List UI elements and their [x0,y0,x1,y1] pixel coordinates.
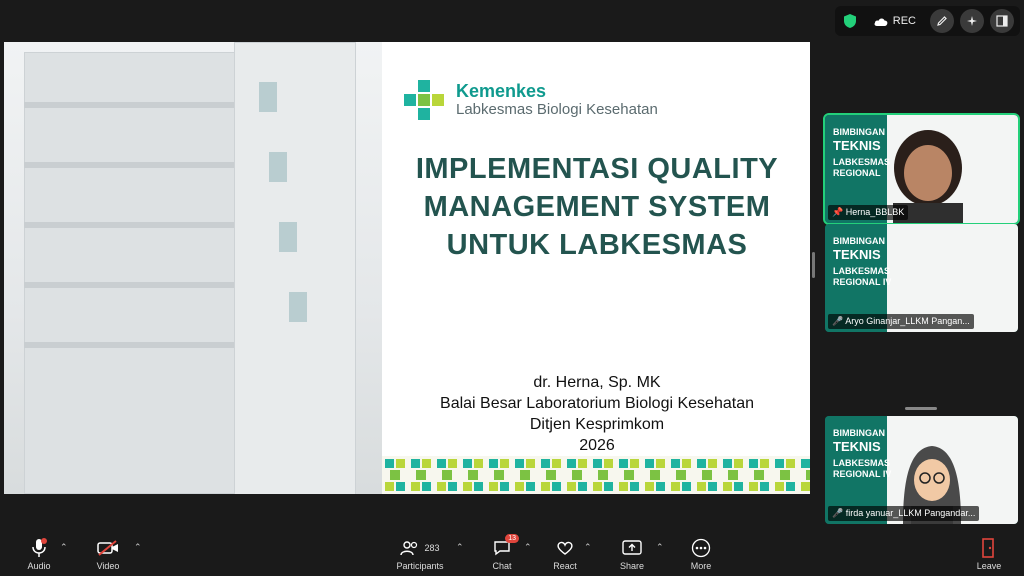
chat-button[interactable]: 13 Chat [472,534,532,571]
share-button[interactable]: Share [602,538,662,571]
recording-indicator[interactable]: REC [865,15,924,27]
video-tile[interactable]: BIMBINGAN TEKNIS LABKESMAS REGIONAL 📌 He… [823,113,1020,225]
participants-count: 283 [424,543,440,553]
tile-label-small: BIMBINGAN [833,127,885,137]
layout-icon [996,15,1008,27]
tile-label-sub: REGIONAL IV [833,277,892,287]
security-shield-icon[interactable] [841,12,859,30]
tile-label-sub: LABKESMAS [833,458,891,468]
shared-screen-slide: Kemenkes Labkesmas Biologi Kesehatan IMP… [4,42,810,494]
share-options-chevron-icon[interactable]: ⌃ [656,542,664,553]
tile-background-label: BIMBINGAN TEKNIS LABKESMAS REGIONAL IV [833,236,891,288]
slide-title: IMPLEMENTASI QUALITY MANAGEMENT SYSTEM U… [392,150,802,264]
participants-button[interactable]: 283 Participants [388,538,452,571]
tile-label-sub: REGIONAL [833,168,881,178]
pencil-icon [937,16,947,26]
building-photo [4,42,382,494]
tile-label-big: TEKNIS [833,439,881,454]
tile-label-sub: LABKESMAS [833,157,891,167]
audio-options-chevron-icon[interactable]: ⌃ [60,542,68,553]
video-tile[interactable]: BIMBINGAN TEKNIS LABKESMAS REGIONAL IV 🎤… [825,416,1018,524]
gallery-scroll-handle[interactable] [905,407,937,410]
microphone-muted-icon [32,538,47,557]
tile-label-sub: REGIONAL IV [833,469,892,479]
muted-mic-icon: 🎤 [832,508,844,518]
more-icon [691,538,711,558]
leave-door-icon [982,538,994,558]
title-line: MANAGEMENT SYSTEM [423,191,771,223]
ai-companion-button[interactable] [960,9,984,33]
heart-icon [557,541,573,555]
participant-name: Aryo Ginanjar_LLKM Pangan... [845,316,970,326]
chat-options-chevron-icon[interactable]: ⌃ [524,542,532,553]
tile-label-big: TEKNIS [833,138,881,153]
video-button[interactable]: Video [78,538,138,571]
react-options-chevron-icon[interactable]: ⌃ [584,542,592,553]
participants-options-chevron-icon[interactable]: ⌃ [456,542,464,553]
tile-label-small: BIMBINGAN [833,236,885,246]
tile-label-small: BIMBINGAN [833,428,885,438]
tile-background-label: BIMBINGAN TEKNIS LABKESMAS REGIONAL IV [833,428,891,480]
tile-label-sub: LABKESMAS [833,266,891,276]
video-tile[interactable]: BIMBINGAN TEKNIS LABKESMAS REGIONAL IV 🎤… [825,224,1018,332]
presenter-institution: Balai Besar Laboratorium Biologi Kesehat… [440,395,754,412]
chat-unread-badge: 13 [505,534,519,543]
rec-label: REC [892,15,916,27]
top-controls: REC [834,6,1020,36]
kemenkes-logo-icon [404,80,444,120]
participants-icon [400,541,418,556]
chat-label: Chat [492,561,512,571]
muted-mic-icon: 🎤 [832,316,844,326]
video-options-chevron-icon[interactable]: ⌃ [134,542,142,553]
participant-name: firda yanuar_LLKM Pangandar... [845,508,976,518]
audio-label: Audio [27,561,51,571]
share-screen-icon [622,540,642,555]
cloud-record-icon [874,17,888,26]
presenter-info: dr. Herna, Sp. MK Balai Besar Laboratori… [392,372,802,456]
participant-name-tag: 🎤 firda yanuar_LLKM Pangandar... [828,506,980,521]
split-resize-handle[interactable] [812,252,815,278]
participant-name-tag: 🎤 Aryo Ginanjar_LLKM Pangan... [828,314,974,329]
video-off-icon [97,540,118,556]
presenter-name: dr. Herna, Sp. MK [533,374,661,391]
leave-label: Leave [976,561,1002,571]
presenter-directorate: Ditjen Kesprimkom [529,416,665,433]
top-bar: REC [0,0,1024,40]
pin-icon: 📌 [832,207,844,217]
tile-background-label: BIMBINGAN TEKNIS LABKESMAS REGIONAL [833,127,890,179]
kemenkes-logo: Kemenkes Labkesmas Biologi Kesehatan [400,76,658,124]
sparkle-icon [967,16,977,26]
more-button[interactable]: More [671,538,731,571]
react-label: React [553,561,577,571]
more-label: More [690,561,712,571]
slide-content: Kemenkes Labkesmas Biologi Kesehatan IMP… [382,42,810,494]
participants-label: Participants [396,561,444,571]
participant-name-tag: 📌 Herna_BBLBK [828,205,909,220]
decorative-pattern-band [382,456,810,494]
logo-subtitle: Labkesmas Biologi Kesehatan [456,101,658,118]
annotate-button[interactable] [930,9,954,33]
presenter-year: 2026 [579,437,615,454]
tile-label-big: TEKNIS [833,247,881,262]
meeting-toolbar: Audio ⌃ Video ⌃ 283 Participants ⌃ 13 Ch… [0,532,1024,576]
title-line: UNTUK LABKESMAS [446,229,748,261]
view-layout-button[interactable] [990,9,1014,33]
video-label: Video [96,561,120,571]
share-label: Share [619,561,645,571]
participant-name: Herna_BBLBK [845,207,905,217]
logo-name: Kemenkes [456,81,547,101]
leave-button[interactable]: Leave [959,538,1019,571]
title-line: IMPLEMENTASI QUALITY [415,153,779,185]
